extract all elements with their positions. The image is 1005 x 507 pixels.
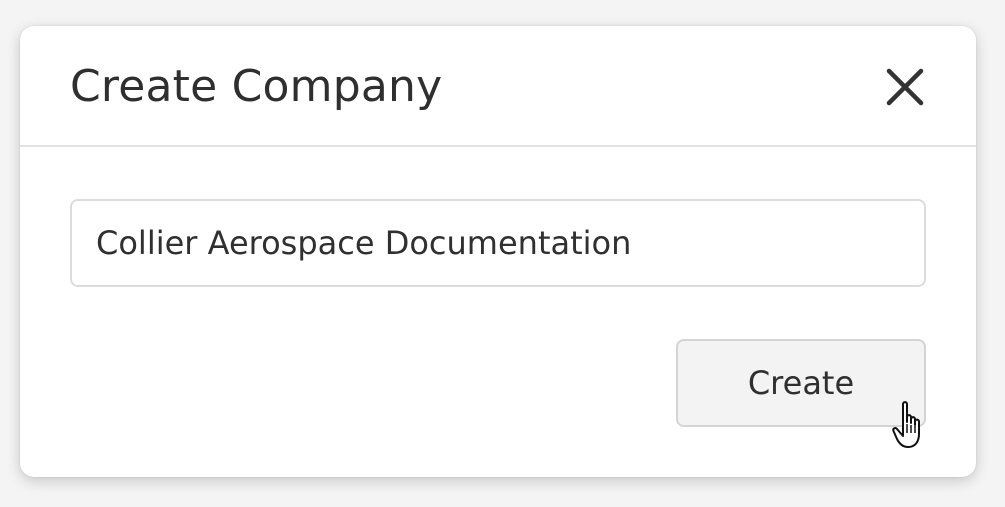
create-button[interactable]: Create [676,339,926,427]
dialog-title: Create Company [70,61,443,112]
create-company-dialog: Create Company Create [20,26,976,477]
close-button[interactable] [884,66,928,110]
dialog-body: Create [20,147,976,477]
company-name-input[interactable] [70,199,926,287]
dialog-header: Create Company [20,26,976,147]
screen: Create Company Create [0,0,1005,507]
close-icon [886,68,924,106]
